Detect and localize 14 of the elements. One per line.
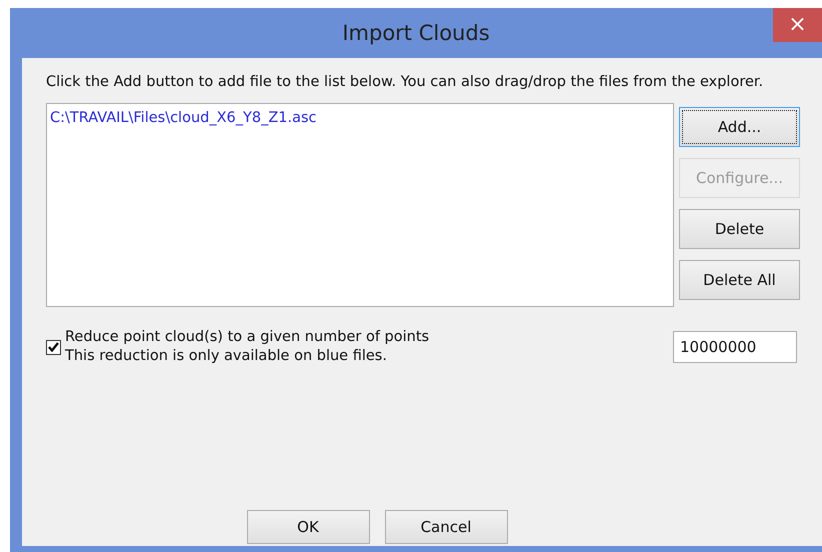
points-field[interactable]: 10000000 <box>673 331 797 363</box>
window-title: Import Clouds <box>342 21 490 45</box>
side-button[interactable]: Add... <box>679 107 800 147</box>
dialog-button[interactable]: OK <box>246 510 370 544</box>
file-item[interactable]: C:\TRAVAIL\Files\cloud_X6_Y8_Z1.asc <box>50 110 670 126</box>
dialog-button[interactable]: Cancel <box>384 510 508 544</box>
instructions-text: Click the Add button to add file to the list below. You can also drag/drop the files from the explorer. <box>46 73 764 92</box>
reduce-label: Reduce point cloud(s) to a given number of points <box>65 328 430 347</box>
file-list[interactable]: C:\TRAVAIL\Files\cloud_X6_Y8_Z1.asc <box>46 103 674 307</box>
reduce-checkbox[interactable] <box>46 340 61 354</box>
reduce-note: This reduction is only available on blue files. <box>65 347 388 366</box>
side-button[interactable]: Delete All <box>679 260 800 300</box>
side-button[interactable]: Delete <box>679 209 800 249</box>
close-button[interactable]: × <box>773 8 822 42</box>
